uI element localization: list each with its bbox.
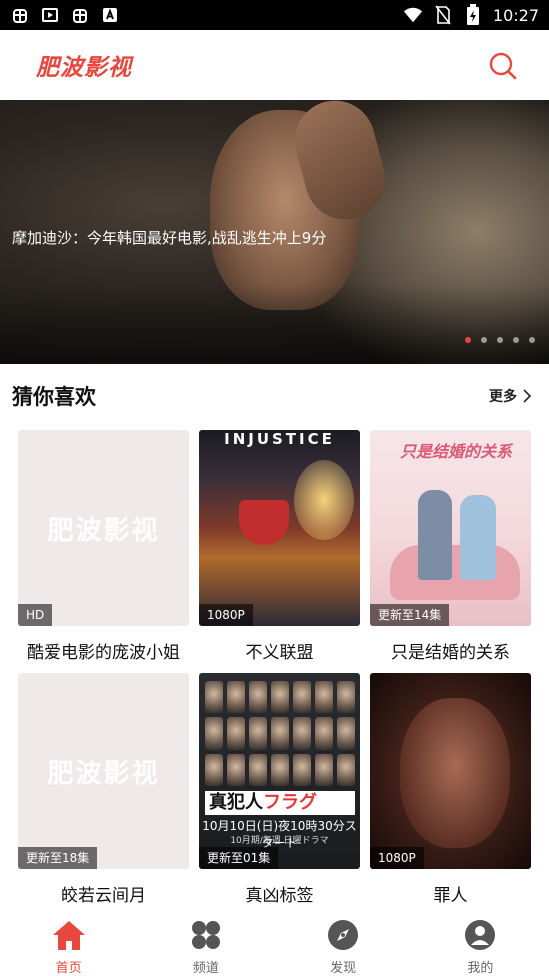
poster-title-part: 真犯人	[209, 792, 263, 813]
search-button[interactable]	[487, 50, 519, 82]
bug-icon	[70, 5, 90, 25]
video-poster: INJUSTICE 1080P	[199, 430, 360, 626]
poster-art	[418, 490, 452, 580]
poster-art	[400, 698, 510, 848]
status-bar-notifications	[10, 4, 120, 26]
more-label: 更多	[489, 389, 517, 405]
video-title: 只是结婚的关系	[391, 643, 510, 663]
video-card[interactable]: INJUSTICE 1080P 不义联盟	[199, 430, 360, 663]
video-card[interactable]: 肥波影视 更新至18集 皎若云间月	[18, 673, 189, 906]
video-card[interactable]: 肥波影视 HD 酷爱电影的庞波小姐	[18, 430, 189, 663]
video-card[interactable]: 1080P 罪人	[370, 673, 531, 906]
app-logo[interactable]: 肥波影视	[36, 48, 132, 82]
poster-art	[239, 500, 289, 545]
play-box-icon	[40, 5, 60, 25]
user-icon	[463, 918, 497, 951]
quality-badge: 1080P	[370, 847, 424, 869]
video-card[interactable]: 只是结婚的关系 更新至14集 只是结婚的关系	[370, 430, 531, 663]
nav-label: 我的	[467, 961, 494, 976]
wifi-icon	[403, 5, 423, 25]
video-poster: 只是结婚的关系 更新至14集	[370, 430, 531, 626]
search-icon	[489, 52, 517, 80]
home-icon	[52, 918, 86, 951]
poster-art	[460, 495, 496, 580]
poster-subtitle: 10月期/毎週 日曜ドラマ	[230, 836, 329, 846]
poster-title-text: 只是结婚的关系	[400, 442, 513, 461]
video-poster: 肥波影视 HD	[18, 430, 189, 626]
poster-art	[390, 545, 520, 600]
no-sim-icon	[433, 5, 453, 25]
poster-title-text: INJUSTICE	[224, 430, 335, 448]
pagination-dot[interactable]	[529, 337, 535, 343]
nav-label: 首页	[55, 961, 82, 976]
bottom-navigation: 首页 频道 发现 我的	[0, 910, 549, 976]
poster-title-text: 真犯人フラグ	[205, 791, 355, 815]
chevron-right-icon	[523, 389, 532, 403]
channels-grid-icon	[189, 918, 223, 951]
banner-caption: 摩加迪沙：今年韩国最好电影,战乱逃生冲上9分	[12, 229, 327, 247]
poster-art	[294, 460, 354, 540]
status-bar: 10:27	[0, 0, 549, 30]
poster-placeholder-logo: 肥波影视	[47, 515, 160, 546]
video-title: 真凶标签	[245, 886, 314, 906]
section-title: 猜你喜欢	[12, 385, 96, 409]
video-title: 皎若云间月	[61, 886, 146, 906]
video-title: 不义联盟	[245, 643, 314, 663]
nav-item-discover[interactable]: 发现	[275, 910, 412, 976]
bug-icon	[10, 5, 30, 25]
episode-badge: 更新至18集	[18, 847, 98, 869]
poster-title-part: フラグ	[263, 792, 317, 813]
nav-label: 频道	[192, 961, 219, 976]
quality-badge: HD	[18, 604, 53, 626]
nav-label: 发现	[330, 961, 357, 976]
banner-pagination	[465, 337, 535, 343]
clock: 10:27	[492, 5, 539, 25]
video-title: 酷爱电影的庞波小姐	[27, 643, 180, 663]
status-bar-system: 10:27	[403, 4, 539, 26]
banner-caption-shade	[0, 284, 549, 364]
a-box-icon	[100, 5, 120, 25]
video-card[interactable]: 真犯人フラグ 10月10日(日)夜10時30分スタート 10月期/毎週 日曜ドラ…	[199, 673, 360, 906]
nav-item-channels[interactable]: 频道	[137, 910, 274, 976]
video-poster: 肥波影视 更新至18集	[18, 673, 189, 869]
nav-item-profile[interactable]: 我的	[412, 910, 549, 976]
video-poster: 1080P	[370, 673, 531, 869]
poster-placeholder-logo: 肥波影视	[47, 758, 160, 789]
pagination-dot[interactable]	[481, 337, 487, 343]
battery-charging-icon	[463, 4, 483, 25]
pagination-dot[interactable]	[497, 337, 503, 343]
more-link[interactable]: 更多	[489, 386, 533, 406]
nav-item-home[interactable]: 首页	[0, 910, 137, 976]
compass-icon	[326, 918, 360, 951]
app-header: 肥波影视	[0, 30, 549, 100]
video-poster: 真犯人フラグ 10月10日(日)夜10時30分スタート 10月期/毎週 日曜ドラ…	[199, 673, 360, 869]
episode-badge: 更新至14集	[370, 604, 450, 626]
quality-badge: 1080P	[199, 604, 253, 626]
pagination-dot[interactable]	[513, 337, 519, 343]
pagination-dot[interactable]	[465, 337, 471, 343]
episode-badge: 更新至01集	[199, 847, 279, 869]
poster-art	[205, 681, 355, 786]
video-title: 罪人	[433, 886, 468, 906]
